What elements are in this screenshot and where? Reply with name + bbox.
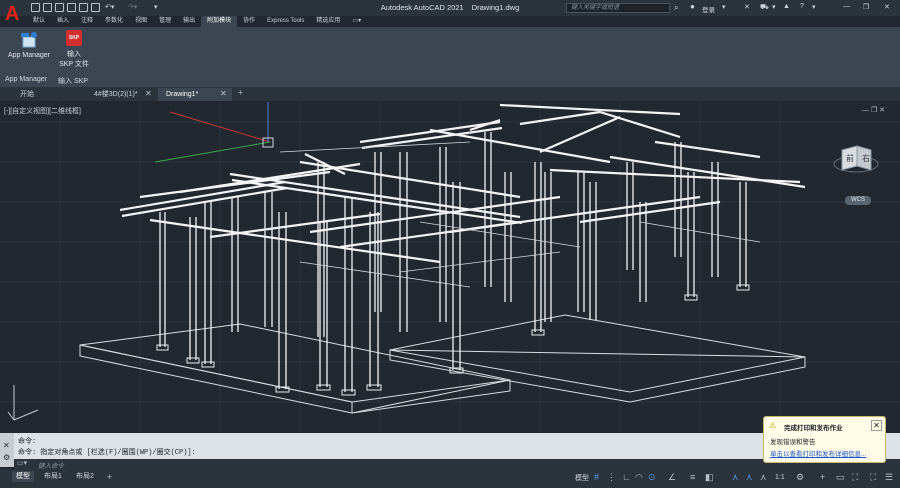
cart-icon[interactable]: ⛟ xyxy=(760,3,769,12)
notification-bubble: ⚠ 完成打印和发布作业 ✕ 发现错误和警告 单击以查看打印和发布详细信息... xyxy=(763,416,886,463)
lineweight-icon[interactable]: ≡ xyxy=(690,472,695,482)
close-icon[interactable]: ✕ xyxy=(884,3,890,11)
import-skp-line1: 输入 xyxy=(67,51,81,58)
tab-insert[interactable]: 插入 xyxy=(51,16,75,27)
command-close-icon[interactable]: ✕ xyxy=(3,441,10,450)
command-customize-icon[interactable]: ⚙ xyxy=(3,453,10,462)
plot-publish-icon[interactable]: ⛶ xyxy=(852,472,858,483)
user-icon[interactable]: ● xyxy=(690,2,695,11)
ribbon-tabs: 默认 插入 注释 参数化 视图 管理 输出 附加模块 协作 Express To… xyxy=(27,16,367,27)
login-button[interactable]: 登录 xyxy=(702,4,715,14)
autodesk-a360-icon[interactable]: ▲ xyxy=(783,3,790,10)
layout-tab-1[interactable]: 布局1 xyxy=(40,471,66,482)
drawing-viewport[interactable] xyxy=(0,102,900,432)
model-space-toggle[interactable]: 模型 xyxy=(575,473,589,483)
ribbon-panel xyxy=(0,27,900,88)
notification-message: 发现错误和警告 xyxy=(770,439,816,446)
app-manager-label: App Manager xyxy=(7,52,51,59)
snap-icon[interactable]: ⋮ xyxy=(607,472,616,483)
tab-view[interactable]: 视图 xyxy=(129,16,153,27)
tab-panel-toggle[interactable]: ▭▾ xyxy=(346,16,367,27)
help-icon[interactable]: ? xyxy=(800,3,804,10)
isodraft-icon[interactable]: ⊙ xyxy=(648,472,656,483)
viewcube-front-label: 前 xyxy=(846,154,854,163)
cart-dropdown-icon[interactable]: ▾ xyxy=(772,3,776,11)
grid-icon[interactable]: # xyxy=(594,472,599,482)
panel-label-app-manager: App Manager xyxy=(5,76,48,83)
tab-collaborate[interactable]: 协作 xyxy=(237,16,261,27)
polar-icon[interactable]: ◠ xyxy=(635,472,643,483)
tab-default[interactable]: 默认 xyxy=(27,16,51,27)
wcs-menu[interactable]: WCS xyxy=(845,196,871,205)
annotation-scale-icon[interactable]: ⋏ xyxy=(760,472,767,483)
viewport-window-controls[interactable]: — ❐ ✕ xyxy=(862,106,885,114)
units-icon[interactable]: ▭ xyxy=(836,472,845,483)
notification-title: 完成打印和发布作业 xyxy=(784,425,843,432)
login-dropdown-icon[interactable]: ▾ xyxy=(722,3,726,11)
clean-screen-icon[interactable]: ⛶ xyxy=(870,472,876,483)
tab-express-tools[interactable]: Express Tools xyxy=(261,16,310,27)
file-tab-start[interactable]: 开始 xyxy=(12,88,86,101)
maximize-icon[interactable]: ❐ xyxy=(863,3,869,11)
viewcube[interactable] xyxy=(833,144,879,174)
customize-menu-icon[interactable]: ☰ xyxy=(885,472,893,483)
minimize-icon[interactable]: — xyxy=(843,3,850,10)
transparency-icon[interactable]: ◧ xyxy=(705,472,714,483)
notification-details-link[interactable]: 单击以查看打印和发布详细信息... xyxy=(770,448,866,458)
layout-tab-2[interactable]: 布局2 xyxy=(72,471,98,482)
file-tab-close-icon[interactable]: ✕ xyxy=(145,89,152,98)
tab-manage[interactable]: 管理 xyxy=(153,16,177,27)
workspace-gear-icon[interactable]: ⚙ xyxy=(796,472,804,483)
object-snap-tracking-icon[interactable]: ∠ xyxy=(668,472,676,483)
annotation-scale-value[interactable]: 1:1 xyxy=(775,474,785,481)
file-tab-close-icon[interactable]: ✕ xyxy=(220,89,227,98)
app-manager-icon xyxy=(21,32,37,48)
viewcube-right-label: 右 xyxy=(862,154,870,163)
import-skp-line2: SKP 文件 xyxy=(59,61,89,68)
new-tab-icon[interactable]: + xyxy=(238,88,243,97)
tab-parametric[interactable]: 参数化 xyxy=(99,16,129,27)
add-layout-icon[interactable]: + xyxy=(107,472,112,482)
annotation-monitor-icon[interactable]: + xyxy=(820,472,825,482)
warning-icon: ⚠ xyxy=(769,421,777,430)
viewport-controls-label[interactable]: [-][自定义视图][二维线框] xyxy=(4,106,81,116)
exchange-icon[interactable]: ✕ xyxy=(744,3,750,11)
model-wireframe xyxy=(0,102,900,432)
panel-label-import-skp: 输入 SKP xyxy=(58,78,88,85)
annotation-visibility-icon[interactable]: ⋏ xyxy=(732,472,739,483)
search-input[interactable]: 键入关键字或短语 xyxy=(566,3,670,13)
tab-featured-apps[interactable]: 精选应用 xyxy=(310,16,346,27)
tab-addins[interactable]: 附加模块 xyxy=(201,16,238,27)
layout-tab-model[interactable]: 模型 xyxy=(12,471,34,482)
skp-file-icon: SKP xyxy=(66,30,82,46)
command-recent-icon[interactable]: ▭▾ xyxy=(17,459,27,467)
viewcube-icon xyxy=(833,145,879,173)
app-manager-button[interactable]: App Manager xyxy=(2,30,56,59)
autoscale-icon[interactable]: ⋏ xyxy=(746,472,753,483)
ortho-icon[interactable]: ∟ xyxy=(622,472,631,482)
document-name: Drawing1.dwg xyxy=(471,3,520,12)
help-dropdown-icon[interactable]: ▾ xyxy=(812,3,816,11)
product-name: Autodesk AutoCAD 2021 xyxy=(380,3,464,12)
import-skp-button[interactable]: SKP 输入 SKP 文件 xyxy=(56,30,92,69)
tab-output[interactable]: 输出 xyxy=(177,16,201,27)
search-icon[interactable]: ⌕ xyxy=(674,3,678,13)
notification-close-icon[interactable]: ✕ xyxy=(871,420,882,431)
tab-annotate[interactable]: 注释 xyxy=(75,16,99,27)
